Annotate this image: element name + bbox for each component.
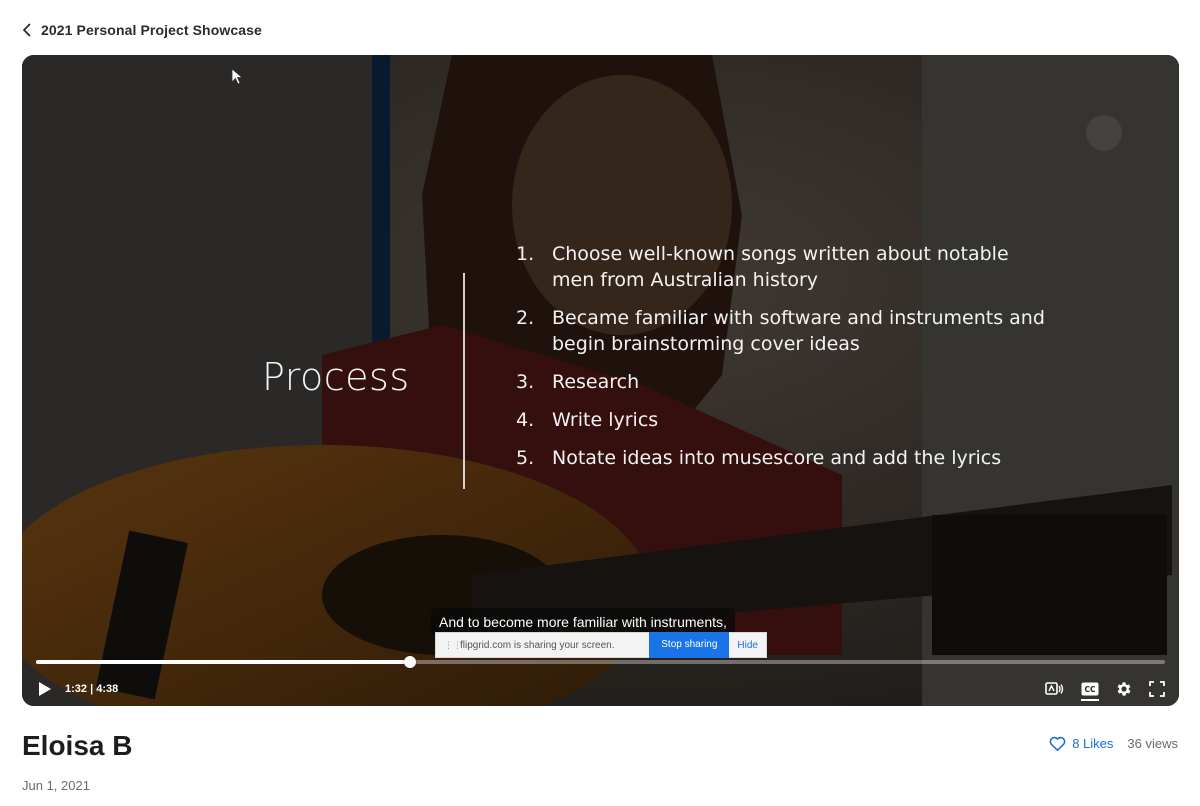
closed-captions-icon: CC [1081,682,1099,696]
slide-divider [463,273,465,489]
post-date: Jun 1, 2021 [22,778,90,793]
progress-bar[interactable] [36,656,1165,668]
likes-count: 8 Likes [1072,736,1114,751]
slide-step: 1. Choose well-known songs written about … [516,243,1009,291]
back-link-label: 2021 Personal Project Showcase [41,22,262,38]
slide-step: 5. Notate ideas into musescore and add th… [516,447,1002,469]
post-stats: 8 Likes 36 views [1049,736,1178,751]
like-button[interactable]: 8 Likes [1049,736,1113,751]
closed-captions-button[interactable]: CC [1081,682,1099,701]
heart-icon [1049,736,1066,751]
share-bar-text: flipgrid.com is sharing your screen. [460,639,615,651]
audio-description-icon [1045,682,1064,695]
drag-handle-icon[interactable]: ⋮⋮ [444,640,462,651]
back-link[interactable]: 2021 Personal Project Showcase [22,18,262,42]
progress-fill [36,660,410,664]
captions-active-indicator [1081,699,1099,701]
fullscreen-icon [1149,681,1165,697]
player-controls: 1:32 | 4:38 CC [36,675,1165,703]
time-display: 1:32 | 4:38 [65,683,119,695]
slide-steps-list: 1. Choose well-known songs written about … [516,241,1056,483]
progress-thumb[interactable] [403,656,416,668]
chevron-left-icon [22,23,31,37]
audio-description-button[interactable] [1045,681,1065,697]
settings-button[interactable] [1115,680,1133,698]
slide-step: 4. Write lyrics [516,409,659,431]
settings-gear-icon [1117,682,1131,696]
stop-sharing-button[interactable]: Stop sharing [649,632,730,658]
slide-title: Process [262,355,410,399]
hide-button[interactable]: Hide [729,640,766,651]
play-icon [39,682,51,696]
fullscreen-button[interactable] [1149,681,1165,697]
slide-step: 3. Research [516,371,640,393]
screen-share-bar: ⋮⋮ flipgrid.com is sharing your screen. … [435,632,767,658]
svg-text:CC: CC [1084,685,1096,694]
mouse-cursor-icon [231,68,243,85]
author-name: Eloisa B [22,730,133,761]
views-count: 36 views [1127,736,1178,751]
video-player[interactable]: Process 1. Choose well-known songs writte… [22,55,1179,706]
slide-step: 2. Became familiar with software and inst… [516,307,1045,355]
play-button[interactable] [36,679,54,699]
